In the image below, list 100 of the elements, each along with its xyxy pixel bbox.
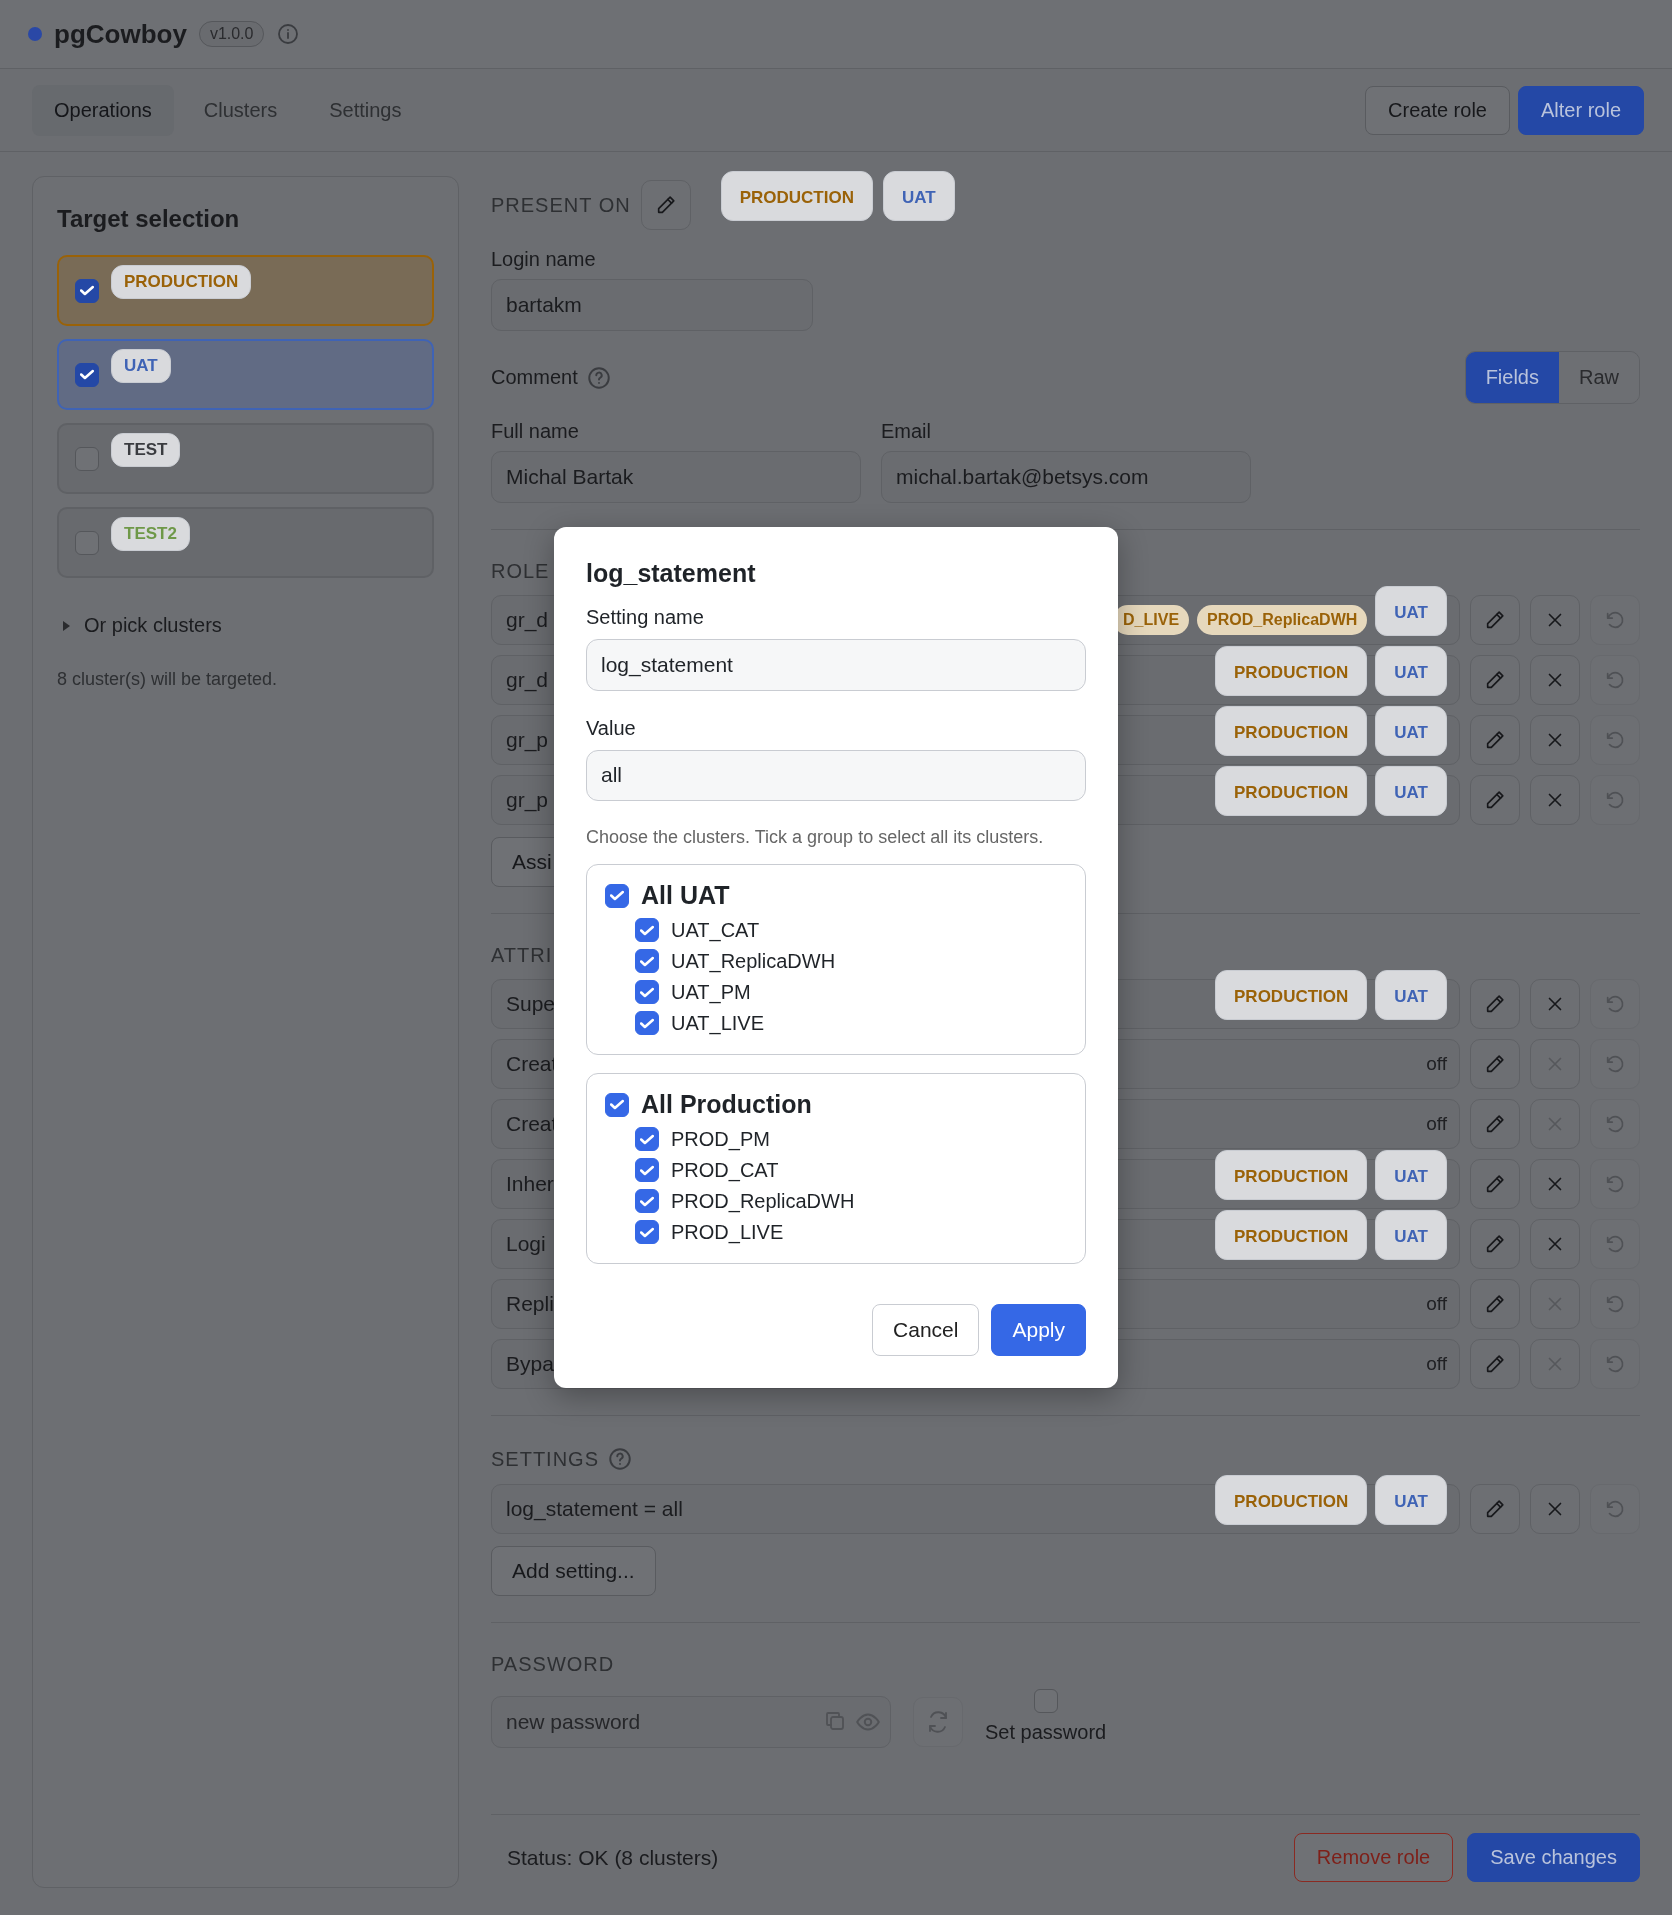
undo-button[interactable] <box>1590 715 1640 765</box>
set-password-checkbox[interactable] <box>1033 1688 1058 1713</box>
input-field[interactable]: log_statement <box>586 639 1086 691</box>
input-field[interactable]: Michal Bartak <box>491 451 861 503</box>
checkbox[interactable] <box>635 980 659 1004</box>
checkbox[interactable] <box>635 949 659 973</box>
target-card[interactable]: TEST2 <box>57 507 434 578</box>
undo-button[interactable] <box>1590 1039 1640 1089</box>
edit-button[interactable] <box>1470 655 1520 705</box>
field-label: Comment <box>491 366 578 389</box>
section-title: ATTRI <box>491 944 553 967</box>
remove-button[interactable] <box>1530 595 1580 645</box>
version-badge: v1.0.0 <box>198 21 265 47</box>
password-input[interactable]: new password <box>491 1696 891 1748</box>
checkbox[interactable] <box>635 918 659 942</box>
remove-button[interactable] <box>1530 775 1580 825</box>
undo-button[interactable] <box>1590 1159 1640 1209</box>
checkbox[interactable] <box>75 446 99 471</box>
checkbox[interactable] <box>635 1011 659 1035</box>
cluster-badge: PRODUCTION <box>1215 1210 1368 1260</box>
nav-tab[interactable]: Settings <box>307 84 424 136</box>
edit-button[interactable] <box>1470 715 1520 765</box>
edit-button[interactable] <box>1470 1484 1520 1534</box>
undo-button[interactable] <box>1590 979 1640 1029</box>
edit-button[interactable] <box>640 180 691 230</box>
footer-button[interactable]: Save changes <box>1467 1833 1640 1882</box>
cluster-label: UAT_PM <box>671 980 751 1004</box>
undo-button[interactable] <box>1590 595 1640 645</box>
pencil-icon <box>1484 1113 1506 1135</box>
input-field[interactable]: bartakm <box>491 279 813 331</box>
pencil-icon <box>1484 1498 1506 1520</box>
refresh-icon <box>926 1710 950 1734</box>
cluster-badge: UAT <box>1375 586 1447 636</box>
target-card[interactable]: PRODUCTION <box>57 255 434 326</box>
target-card[interactable]: TEST <box>57 423 434 494</box>
row-label: Bypa <box>506 1352 554 1376</box>
footer-button[interactable]: Remove role <box>1293 1833 1454 1882</box>
checkbox[interactable] <box>75 362 99 387</box>
input-field[interactable]: michal.bartak@betsys.com <box>881 451 1251 503</box>
edit-button[interactable] <box>1470 979 1520 1029</box>
cluster-badge: UAT <box>1375 1150 1447 1200</box>
dialog-button[interactable]: Apply <box>991 1304 1086 1356</box>
app-title: pgCowboy <box>54 18 187 50</box>
refresh-button[interactable] <box>913 1697 963 1747</box>
checkbox[interactable] <box>635 1220 659 1244</box>
checkbox[interactable] <box>635 1127 659 1151</box>
remove-button[interactable] <box>1530 1219 1580 1269</box>
help-icon <box>585 364 612 391</box>
edit-button[interactable] <box>1470 595 1520 645</box>
section-title: ROLE <box>491 560 550 583</box>
add-setting-button[interactable]: Add setting... <box>491 1546 656 1596</box>
cluster-badge: UAT <box>1375 646 1447 696</box>
undo-button[interactable] <box>1590 1484 1640 1534</box>
checkbox[interactable] <box>605 1092 629 1117</box>
cluster-badge: PRODUCTION <box>1215 766 1368 816</box>
mode-option[interactable]: Fields <box>1465 352 1559 403</box>
action-button[interactable]: Create role <box>1365 85 1510 135</box>
checkbox[interactable] <box>635 1189 659 1213</box>
remove-button[interactable] <box>1530 715 1580 765</box>
checkbox[interactable] <box>75 278 99 303</box>
undo-button[interactable] <box>1590 1099 1640 1149</box>
undo-icon <box>1604 1053 1626 1075</box>
edit-button[interactable] <box>1470 1339 1520 1389</box>
dialog-button[interactable]: Cancel <box>872 1304 980 1356</box>
nav-tab[interactable]: Clusters <box>181 84 300 136</box>
undo-icon <box>1604 1233 1626 1255</box>
edit-button[interactable] <box>1470 1039 1520 1089</box>
undo-button[interactable] <box>1590 1339 1640 1389</box>
checkmark-icon <box>610 890 624 901</box>
undo-button[interactable] <box>1590 655 1640 705</box>
remove-button[interactable] <box>1530 979 1580 1029</box>
field-label: Setting name <box>586 606 705 629</box>
row-label: log_statement = all <box>506 1497 683 1521</box>
dialog-hint: Choose the clusters. Tick a group to select all its clusters. <box>586 827 1045 848</box>
edit-button[interactable] <box>1470 1279 1520 1329</box>
group-label: All Production <box>641 1090 812 1119</box>
row-label: Repli <box>506 1292 554 1316</box>
undo-icon <box>1604 1353 1626 1375</box>
edit-button[interactable] <box>1470 1099 1520 1149</box>
remove-button[interactable] <box>1530 655 1580 705</box>
remove-button[interactable] <box>1530 1484 1580 1534</box>
input-field[interactable]: all <box>586 749 1086 801</box>
edit-button[interactable] <box>1470 1219 1520 1269</box>
undo-button[interactable] <box>1590 775 1640 825</box>
caret-icon <box>63 620 70 631</box>
target-card[interactable]: UAT <box>57 339 434 410</box>
edit-button[interactable] <box>1470 775 1520 825</box>
checkbox[interactable] <box>75 530 99 555</box>
checkmark-icon <box>640 1133 654 1145</box>
pick-clusters-toggle[interactable]: Or pick clusters <box>84 614 222 637</box>
undo-button[interactable] <box>1590 1219 1640 1269</box>
remove-button[interactable] <box>1530 1159 1580 1209</box>
row-label: gr_d <box>506 608 549 632</box>
checkbox[interactable] <box>635 1158 659 1182</box>
edit-button[interactable] <box>1470 1159 1520 1209</box>
checkbox[interactable] <box>605 883 629 908</box>
section-title: PRESENT ON <box>491 193 631 217</box>
nav-tab[interactable]: Operations <box>32 84 174 136</box>
action-button[interactable]: Alter role <box>1517 85 1644 135</box>
undo-button[interactable] <box>1590 1279 1640 1329</box>
